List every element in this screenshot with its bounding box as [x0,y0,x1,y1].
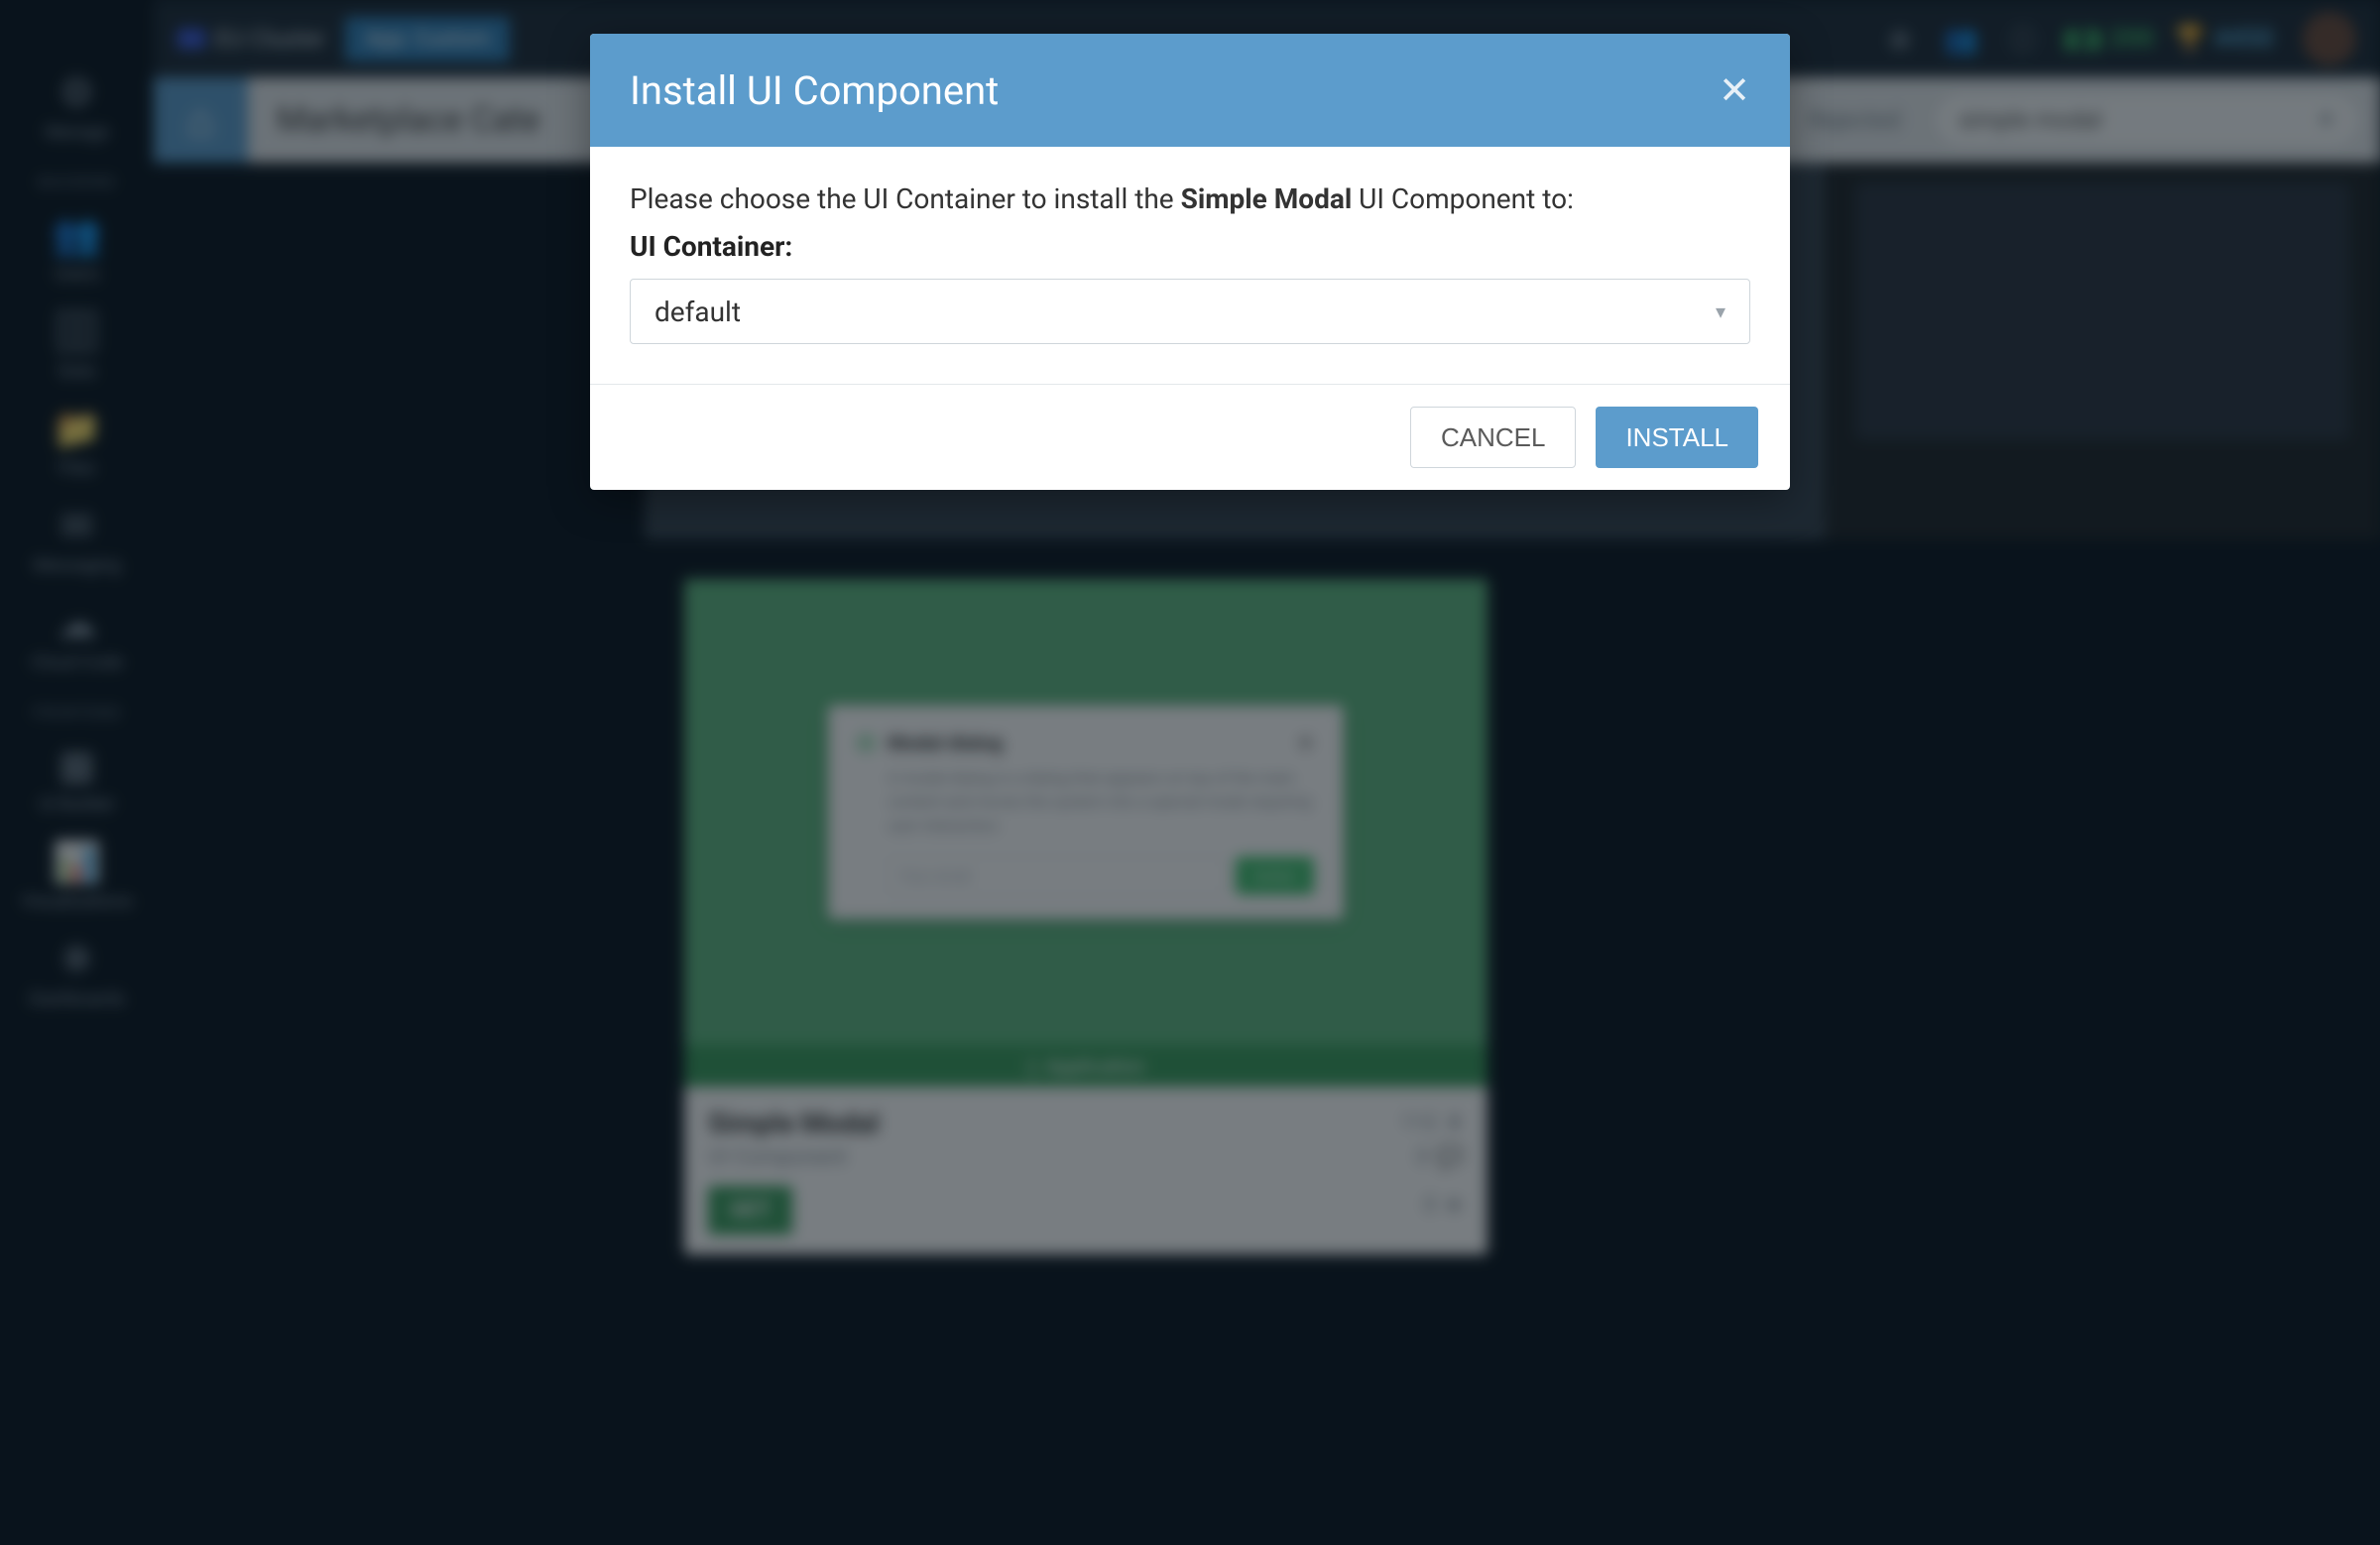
container-field-label: UI Container: [630,230,1750,263]
dialog-header: Install UI Component ✕ [590,34,1790,147]
component-name: Simple Modal [1181,182,1353,215]
container-select[interactable]: default ▾ [630,279,1750,344]
chevron-down-icon: ▾ [1716,299,1726,323]
dialog-footer: CANCEL INSTALL [590,384,1790,490]
dialog-prompt: Please choose the UI Container to instal… [630,178,1750,220]
close-dialog-button[interactable]: ✕ [1719,68,1750,113]
install-dialog: Install UI Component ✕ Please choose the… [590,34,1790,490]
cancel-button[interactable]: CANCEL [1410,407,1576,468]
dialog-title: Install UI Component [630,67,999,114]
select-value: default [654,296,741,328]
install-button[interactable]: INSTALL [1596,407,1758,468]
